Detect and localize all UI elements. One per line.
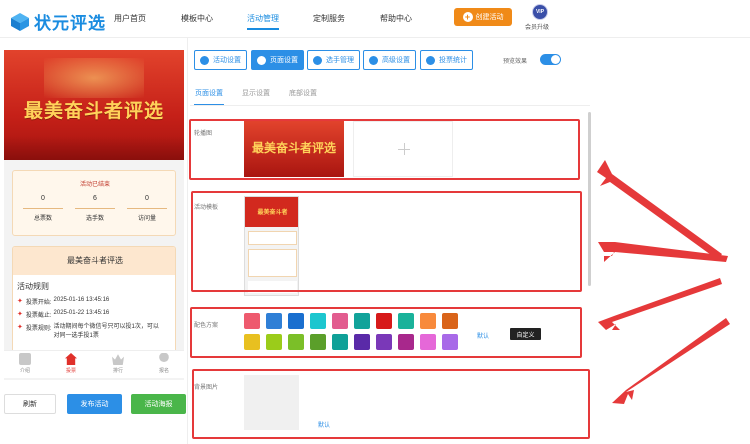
advanced-settings-button[interactable]: 高级设置 — [363, 50, 416, 70]
stat-value-players: 6 — [75, 195, 115, 209]
publish-activity-button[interactable]: 发布活动 — [67, 394, 122, 414]
tab-intro-label: 介绍 — [19, 368, 30, 374]
subtab-display-settings[interactable]: 显示设置 — [242, 88, 270, 98]
arrow-icon — [597, 160, 722, 260]
annotation-box-background — [192, 369, 590, 439]
rule-policy: ✦ 投票规则: 活动期间每个微信号只可以投1次，可以对同一选手投1票 — [17, 323, 162, 341]
page-settings-label: 页面设置 — [270, 57, 298, 64]
rule-policy-value: 活动期间每个微信号只可以投1次，可以对同一选手投1票 — [53, 324, 159, 339]
arrow-icon — [612, 318, 730, 404]
nav-active-underline — [247, 28, 279, 30]
logo-text: 状元评选 — [34, 14, 106, 33]
tab-signup-label: 报名 — [158, 368, 169, 374]
top-navigation-bar: 状元评选 用户首页 模板中心 活动管理 定制服务 帮助中心 + 创建活动 VIP… — [0, 0, 750, 38]
sliders-icon — [369, 55, 378, 65]
player-management-label: 选手管理 — [326, 57, 354, 64]
rule-end: ✦ 投票截止: 2025-01-22 13:45:16 — [17, 310, 109, 319]
arrow-icon — [598, 278, 722, 330]
tab-ranking[interactable]: 排行 — [101, 353, 135, 374]
document-icon — [19, 353, 31, 365]
stats-card: 活动已结束 0 6 0 总票数 选手数 访问量 — [12, 170, 176, 236]
gear-icon — [200, 55, 209, 65]
star-icon: ✦ — [17, 298, 23, 305]
rules-card: 最美奋斗者评选 活动规则 ✦ 投票开始: 2025-01-16 13:45:16… — [12, 246, 176, 356]
banner-glow — [44, 58, 144, 98]
rule-policy-label: 投票规则: — [25, 326, 52, 332]
vip-upgrade-label[interactable]: 会员升级 — [525, 22, 549, 31]
logo[interactable]: 状元评选 — [10, 9, 106, 34]
nav-help-center[interactable]: 帮助中心 — [380, 13, 412, 24]
stat-label-visits: 访问量 — [137, 216, 156, 222]
stat-value-visits: 0 — [127, 195, 167, 209]
arrow-icon — [598, 242, 728, 262]
tab-signup[interactable]: 报名 — [147, 353, 181, 374]
star-icon: ✦ — [17, 324, 23, 331]
subtab-active-underline — [194, 104, 224, 105]
gear-icon — [257, 55, 266, 65]
vote-statistics-label: 投票统计 — [439, 57, 467, 64]
create-activity-label: 创建活动 — [475, 14, 504, 21]
nav-user-home[interactable]: 用户首页 — [114, 13, 146, 24]
plus-icon: + — [462, 12, 473, 22]
rules-card-title: 最美奋斗者评选 — [13, 247, 175, 275]
nav-custom-service[interactable]: 定制服务 — [313, 13, 345, 24]
rule-end-label: 投票截止: — [25, 313, 52, 319]
stat-value-votes: 0 — [23, 195, 63, 209]
preview-effect-label: 预览效果 — [503, 59, 528, 65]
tab-ranking-label: 排行 — [112, 368, 123, 374]
stat-label-players: 选手数 — [85, 216, 104, 222]
rule-start: ✦ 投票开始: 2025-01-16 13:45:16 — [17, 297, 109, 306]
nav-template-center[interactable]: 模板中心 — [181, 13, 213, 24]
users-icon — [313, 55, 322, 65]
banner-horizon — [4, 136, 184, 160]
activity-settings-label: 活动设置 — [213, 57, 241, 64]
rule-start-value: 2025-01-16 13:45:16 — [53, 297, 110, 303]
create-activity-button[interactable]: + 创建活动 — [454, 8, 512, 26]
subtab-divider — [190, 105, 590, 106]
rules-heading: 活动规则 — [17, 282, 49, 291]
refresh-button[interactable]: 刷新 — [4, 394, 56, 414]
bar-chart-icon — [426, 55, 435, 65]
preview-tabbar: 介绍 投票 排行 报名 — [4, 350, 184, 378]
logo-cube-icon — [10, 12, 30, 32]
banner-title: 最美奋斗者评选 — [23, 100, 164, 122]
crown-icon — [112, 354, 124, 365]
toggle-knob — [551, 55, 560, 64]
subtab-page-settings[interactable]: 页面设置 — [195, 88, 223, 98]
stats-title: 活动已结束 — [79, 182, 110, 188]
tab-vote[interactable]: 投票 — [54, 353, 88, 374]
page-settings-button[interactable]: 页面设置 — [251, 50, 304, 70]
activity-poster-button[interactable]: 活动海报 — [131, 394, 186, 414]
preview-effect-toggle[interactable] — [540, 54, 561, 65]
preview-banner: 最美奋斗者评选 — [4, 50, 184, 160]
annotation-box-carousel — [189, 119, 580, 180]
phone-preview: 最美奋斗者评选 活动已结束 0 6 0 总票数 选手数 访问量 最美奋斗者评选 … — [4, 50, 184, 380]
player-management-button[interactable]: 选手管理 — [307, 50, 360, 70]
tab-vote-label: 投票 — [65, 368, 76, 374]
user-icon — [159, 353, 169, 362]
vote-statistics-button[interactable]: 投票统计 — [420, 50, 473, 70]
annotation-box-color — [190, 307, 582, 358]
home-icon — [65, 353, 77, 365]
rule-start-label: 投票开始: — [25, 300, 52, 306]
activity-settings-button[interactable]: 活动设置 — [194, 50, 247, 70]
advanced-settings-label: 高级设置 — [382, 57, 410, 64]
subtab-footer-settings[interactable]: 底部设置 — [289, 88, 317, 98]
nav-activity-management[interactable]: 活动管理 — [247, 13, 279, 24]
tab-intro[interactable]: 介绍 — [8, 353, 42, 374]
star-icon: ✦ — [17, 311, 23, 318]
stat-label-votes: 总票数 — [33, 216, 52, 222]
content-scrollbar[interactable] — [588, 112, 591, 286]
annotation-box-template — [191, 191, 582, 292]
vip-icon[interactable]: VIP — [532, 4, 548, 20]
rule-end-value: 2025-01-22 13:45:16 — [53, 310, 110, 316]
